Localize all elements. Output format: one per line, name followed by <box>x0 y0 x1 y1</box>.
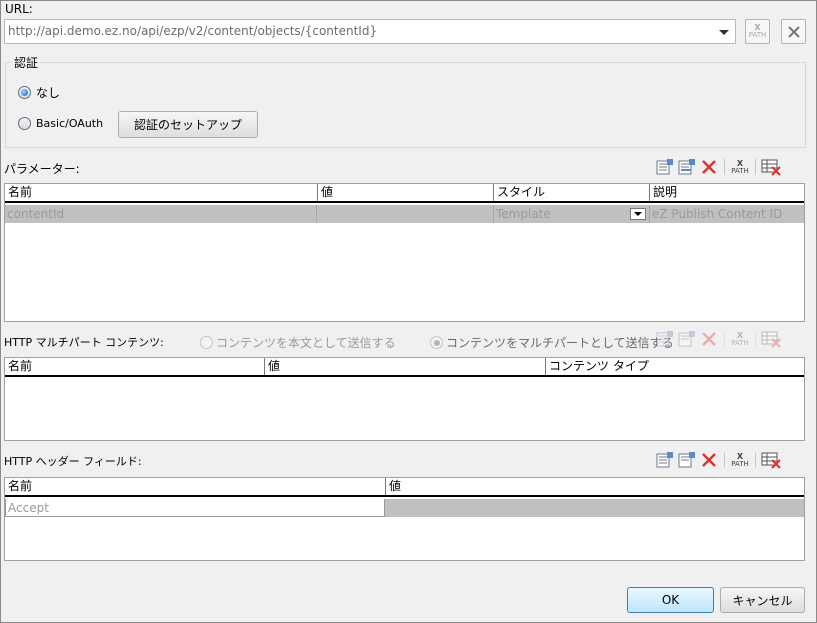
url-label: URL: <box>5 2 33 16</box>
column-header-value[interactable]: 値 <box>318 184 494 201</box>
auth-basic-radio[interactable] <box>18 117 31 130</box>
auth-none-option[interactable]: なし <box>18 84 60 101</box>
add-row-button[interactable] <box>654 450 676 470</box>
headers-table-header: 名前 値 <box>5 478 804 497</box>
xpath-url-button[interactable]: X PATH <box>745 19 770 44</box>
table-row[interactable]: Accept <box>5 499 804 517</box>
toolbar-separator <box>724 452 725 468</box>
auth-setup-button[interactable]: 認証のセットアップ <box>118 111 258 138</box>
insert-row-button[interactable] <box>676 450 698 470</box>
add-row-icon <box>656 452 673 468</box>
insert-row-icon <box>678 159 695 175</box>
multipart-label: HTTP マルチパート コンテンツ: <box>4 336 164 349</box>
add-row-icon <box>656 331 673 347</box>
xpath-icon: X PATH <box>731 158 749 175</box>
delete-row-button[interactable] <box>698 157 720 177</box>
clear-table-icon <box>761 159 781 176</box>
multipart-body-option[interactable]: コンテンツを本文として送信する <box>200 334 396 351</box>
parameters-table-header: 名前 値 スタイル 説明 <box>5 184 804 203</box>
header-value-cell[interactable] <box>385 499 804 517</box>
table-row[interactable]: contentId Template eZ Publish Content ID <box>5 205 804 223</box>
auth-group-title: 認証 <box>12 54 41 71</box>
add-row-button[interactable] <box>654 157 676 177</box>
param-value-cell[interactable] <box>317 205 494 223</box>
headers-toolbar: X PATH <box>654 450 782 470</box>
delete-row-button[interactable] <box>698 450 720 470</box>
insert-row-button[interactable] <box>676 157 698 177</box>
param-style-value: Template <box>496 207 551 221</box>
toolbar-separator <box>724 159 725 175</box>
column-header-value[interactable]: 値 <box>265 358 546 375</box>
xpath-icon: X PATH <box>748 23 767 39</box>
param-description-cell[interactable]: eZ Publish Content ID <box>650 205 804 223</box>
multipart-toolbar: X PATH <box>654 329 782 349</box>
delete-icon <box>702 160 716 174</box>
column-header-name[interactable]: 名前 <box>5 478 386 495</box>
url-value: http://api.demo.ez.no/api/ezp/v2/content… <box>8 24 378 38</box>
param-style-cell[interactable]: Template <box>494 205 650 223</box>
auth-basic-label: Basic/OAuth <box>36 117 104 130</box>
column-header-content-type[interactable]: コンテンツ タイプ <box>546 358 804 375</box>
multipart-multipart-radio[interactable] <box>430 336 443 349</box>
multipart-table-header: 名前 値 コンテンツ タイプ <box>5 358 804 377</box>
add-row-icon <box>656 159 673 175</box>
multipart-body-radio[interactable] <box>200 336 213 349</box>
column-header-value[interactable]: 値 <box>386 478 804 495</box>
xpath-icon: X PATH <box>731 330 749 347</box>
auth-none-radio[interactable] <box>18 86 31 99</box>
clear-table-button[interactable] <box>760 157 782 177</box>
close-icon <box>787 25 800 38</box>
multipart-multipart-label: コンテンツをマルチパートとして送信する <box>446 336 674 350</box>
chevron-down-icon <box>634 212 642 216</box>
multipart-body-label: コンテンツを本文として送信する <box>216 336 396 350</box>
toolbar-separator <box>755 159 756 175</box>
insert-row-icon <box>678 452 695 468</box>
delete-icon <box>702 332 716 346</box>
column-header-name[interactable]: 名前 <box>5 184 318 201</box>
insert-row-icon <box>678 331 695 347</box>
clear-table-icon <box>761 331 781 348</box>
header-name-cell[interactable]: Accept <box>5 499 385 517</box>
toolbar-separator <box>755 331 756 347</box>
insert-row-button[interactable] <box>676 329 698 349</box>
param-name-cell[interactable]: contentId <box>5 205 317 223</box>
column-header-description[interactable]: 説明 <box>650 184 804 201</box>
toolbar-separator <box>724 331 725 347</box>
multipart-multipart-option[interactable]: コンテンツをマルチパートとして送信する <box>430 334 674 351</box>
xpath-button[interactable]: X PATH <box>729 329 751 349</box>
xpath-button[interactable]: X PATH <box>729 450 751 470</box>
clear-table-icon <box>761 452 781 469</box>
clear-table-button[interactable] <box>760 329 782 349</box>
delete-row-button[interactable] <box>698 329 720 349</box>
auth-basic-option[interactable]: Basic/OAuth <box>18 117 103 130</box>
delete-icon <box>702 453 716 467</box>
column-header-name[interactable]: 名前 <box>5 358 265 375</box>
xpath-button[interactable]: X PATH <box>729 157 751 177</box>
column-header-style[interactable]: スタイル <box>494 184 650 201</box>
add-row-button[interactable] <box>654 329 676 349</box>
xpath-icon: X PATH <box>731 451 749 468</box>
parameters-toolbar: X PATH <box>654 157 782 177</box>
toolbar-separator <box>755 452 756 468</box>
cancel-button[interactable]: キャンセル <box>720 587 805 613</box>
auth-none-label: なし <box>36 86 61 100</box>
parameters-label: パラメーター: <box>4 162 80 176</box>
clear-url-button[interactable] <box>781 19 806 44</box>
headers-table[interactable]: 名前 値 Accept <box>4 477 805 561</box>
parameters-table[interactable]: 名前 値 スタイル 説明 contentId Template eZ Publi… <box>4 183 805 322</box>
chevron-down-icon[interactable] <box>719 30 729 35</box>
clear-table-button[interactable] <box>760 450 782 470</box>
style-dropdown-button[interactable] <box>630 208 646 220</box>
url-combobox[interactable]: http://api.demo.ez.no/api/ezp/v2/content… <box>4 19 736 44</box>
headers-label: HTTP ヘッダー フィールド: <box>4 455 142 468</box>
multipart-table[interactable]: 名前 値 コンテンツ タイプ <box>4 357 805 441</box>
ok-button[interactable]: OK <box>627 587 714 613</box>
